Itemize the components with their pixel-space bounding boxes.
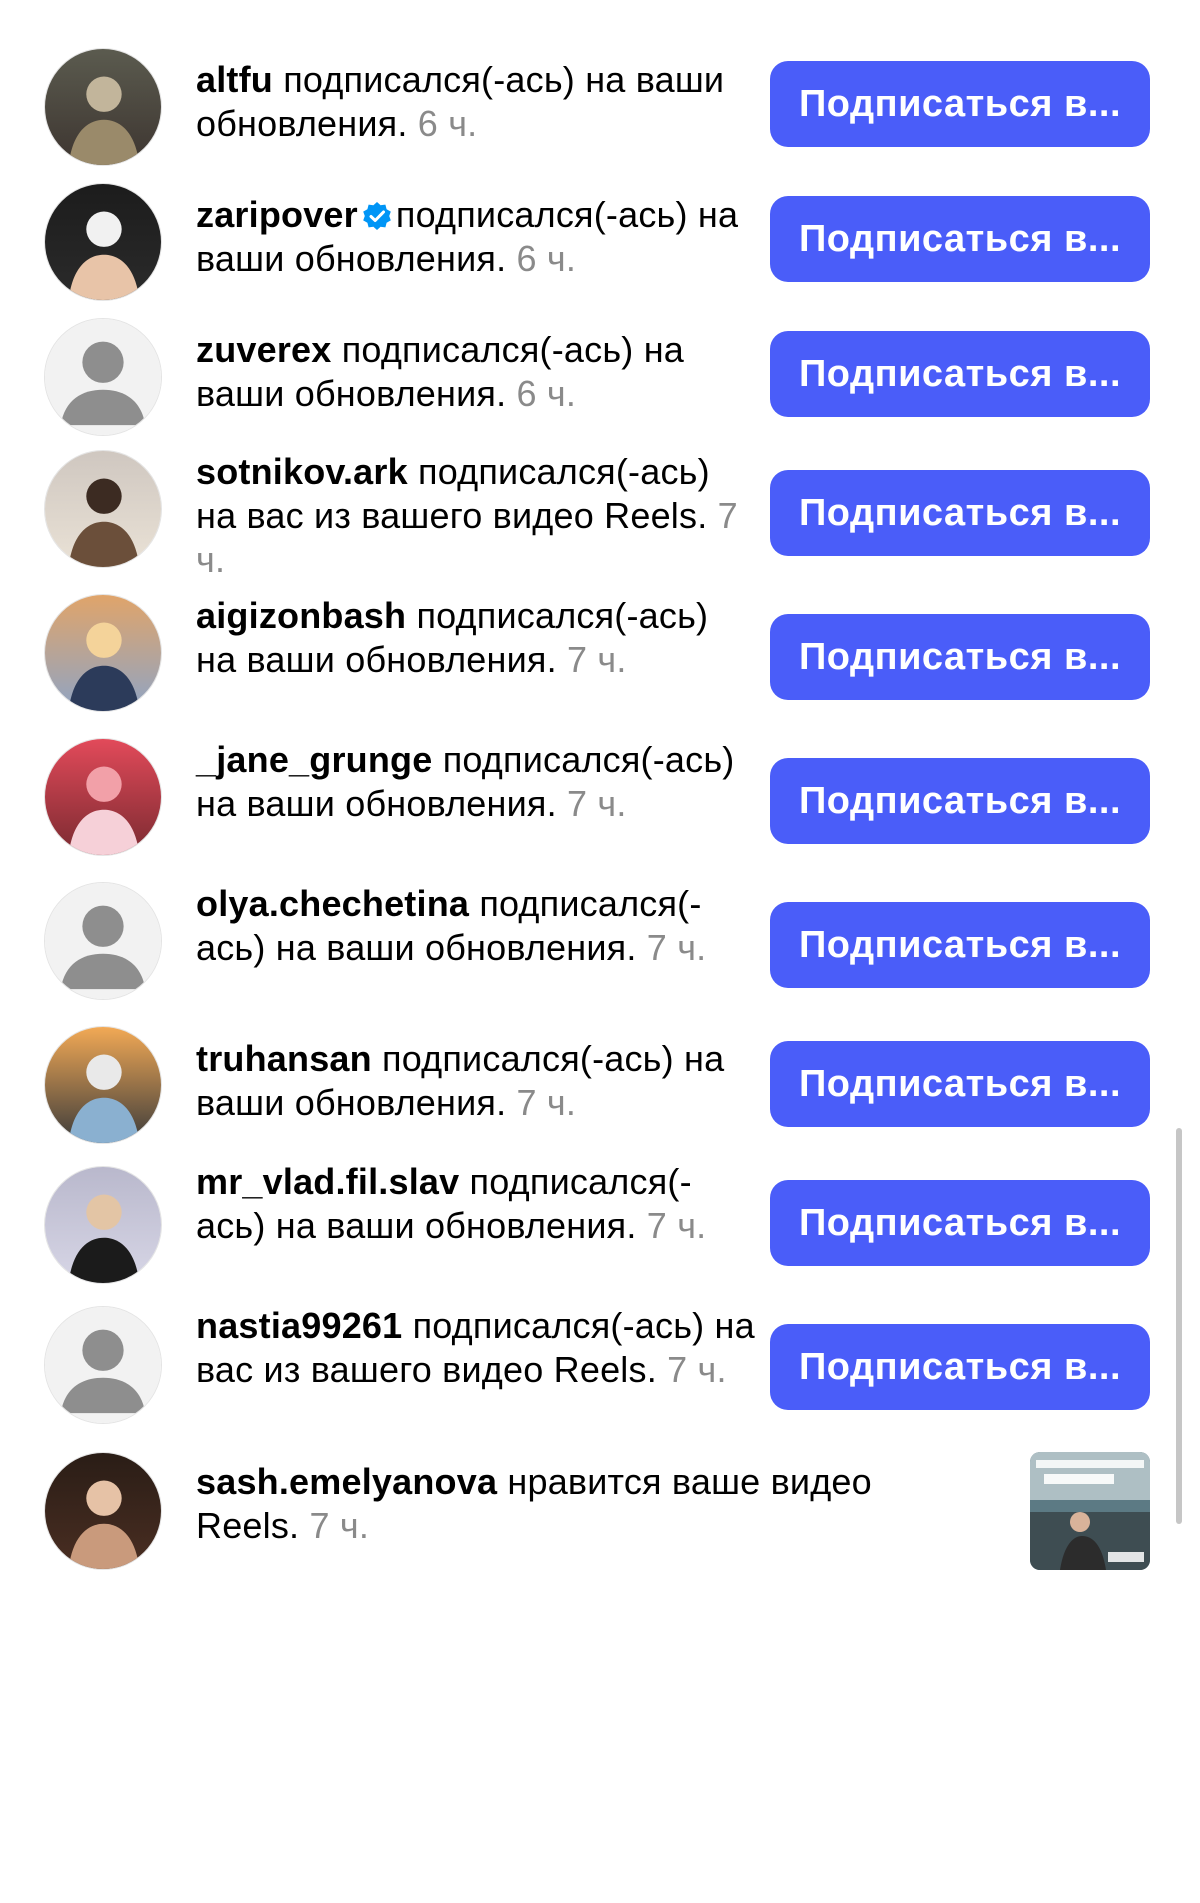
notification-timestamp: 7 ч. [567,639,627,680]
reels-thumbnail[interactable] [1030,1452,1150,1570]
avatar[interactable] [44,183,162,301]
notification-timestamp: 7 ч. [567,783,627,824]
notification-timestamp: 6 ч. [417,103,478,144]
username-link[interactable]: olya.chechetina [196,883,469,924]
follow-back-button[interactable]: Подписаться в... [770,196,1150,282]
notification-text: mr_vlad.fil.slav подписался(-ась) на ваш… [196,1160,756,1248]
scrollbar[interactable] [1176,1128,1182,1524]
follow-back-button[interactable]: Подписаться в... [770,614,1150,700]
notification-text: olya.chechetina подписался(-ась) на ваши… [196,882,756,970]
notification-timestamp: 6 ч. [516,373,577,414]
follow-back-button[interactable]: Подписаться в... [770,470,1150,556]
follow-back-button[interactable]: Подписаться в... [770,1324,1150,1410]
notification-timestamp: 7 ч. [516,1082,577,1123]
verified-badge-icon [362,197,392,230]
notification-timestamp: 7 ч. [309,1505,370,1546]
username-link[interactable]: sotnikov.ark [196,451,408,492]
follow-back-button[interactable]: Подписаться в... [770,902,1150,988]
avatar[interactable] [44,1026,162,1144]
avatar[interactable] [44,1166,162,1284]
avatar[interactable] [44,738,162,856]
username-link[interactable]: altfu [196,59,273,100]
avatar[interactable] [44,594,162,712]
avatar[interactable] [44,48,162,166]
notification-text: _jane_grunge подписался(-ась) на ваши об… [196,738,756,826]
notification-timestamp: 6 ч. [516,238,577,279]
username-link[interactable]: zuverex [196,329,332,370]
notification-text: nastia99261 подписался(-ась) на вас из в… [196,1304,756,1392]
default-avatar-icon[interactable] [44,882,162,1000]
notification-timestamp: 7 ч. [667,1349,727,1390]
notification-text: zaripover подписался(-ась) на ваши обновл… [196,193,756,281]
default-avatar-icon[interactable] [44,318,162,436]
follow-back-button[interactable]: Подписаться в... [770,1041,1150,1127]
username-link[interactable]: mr_vlad.fil.slav [196,1161,459,1202]
notification-text: sash.emelyanova нравится ваше видео Reel… [196,1460,956,1548]
notifications-feed: altfu подписался(-ась) на ваши обновлени… [0,0,1200,1903]
username-link[interactable]: _jane_grunge [196,739,432,780]
notification-text: altfu подписался(-ась) на ваши обновлени… [196,58,756,146]
notification-text: truhansan подписался(-ась) на ваши обнов… [196,1037,756,1125]
username-link[interactable]: zaripover [196,194,358,235]
notification-timestamp: 7 ч. [646,927,707,968]
username-link[interactable]: aigizonbash [196,595,406,636]
notification-text: aigizonbash подписался(-ась) на ваши обн… [196,594,756,682]
follow-back-button[interactable]: Подписаться в... [770,758,1150,844]
follow-back-button[interactable]: Подписаться в... [770,1180,1150,1266]
avatar[interactable] [44,1452,162,1570]
username-link[interactable]: truhansan [196,1038,372,1079]
follow-back-button[interactable]: Подписаться в... [770,331,1150,417]
default-avatar-icon[interactable] [44,1306,162,1424]
notification-text: sotnikov.ark подписался(-ась) на вас из … [196,450,756,582]
notification-timestamp: 7 ч. [646,1205,707,1246]
avatar[interactable] [44,450,162,568]
username-link[interactable]: sash.emelyanova [196,1461,497,1502]
notification-text: zuverex подписался(-ась) на ваши обновле… [196,328,756,416]
follow-back-button[interactable]: Подписаться в... [770,61,1150,147]
username-link[interactable]: nastia99261 [196,1305,402,1346]
